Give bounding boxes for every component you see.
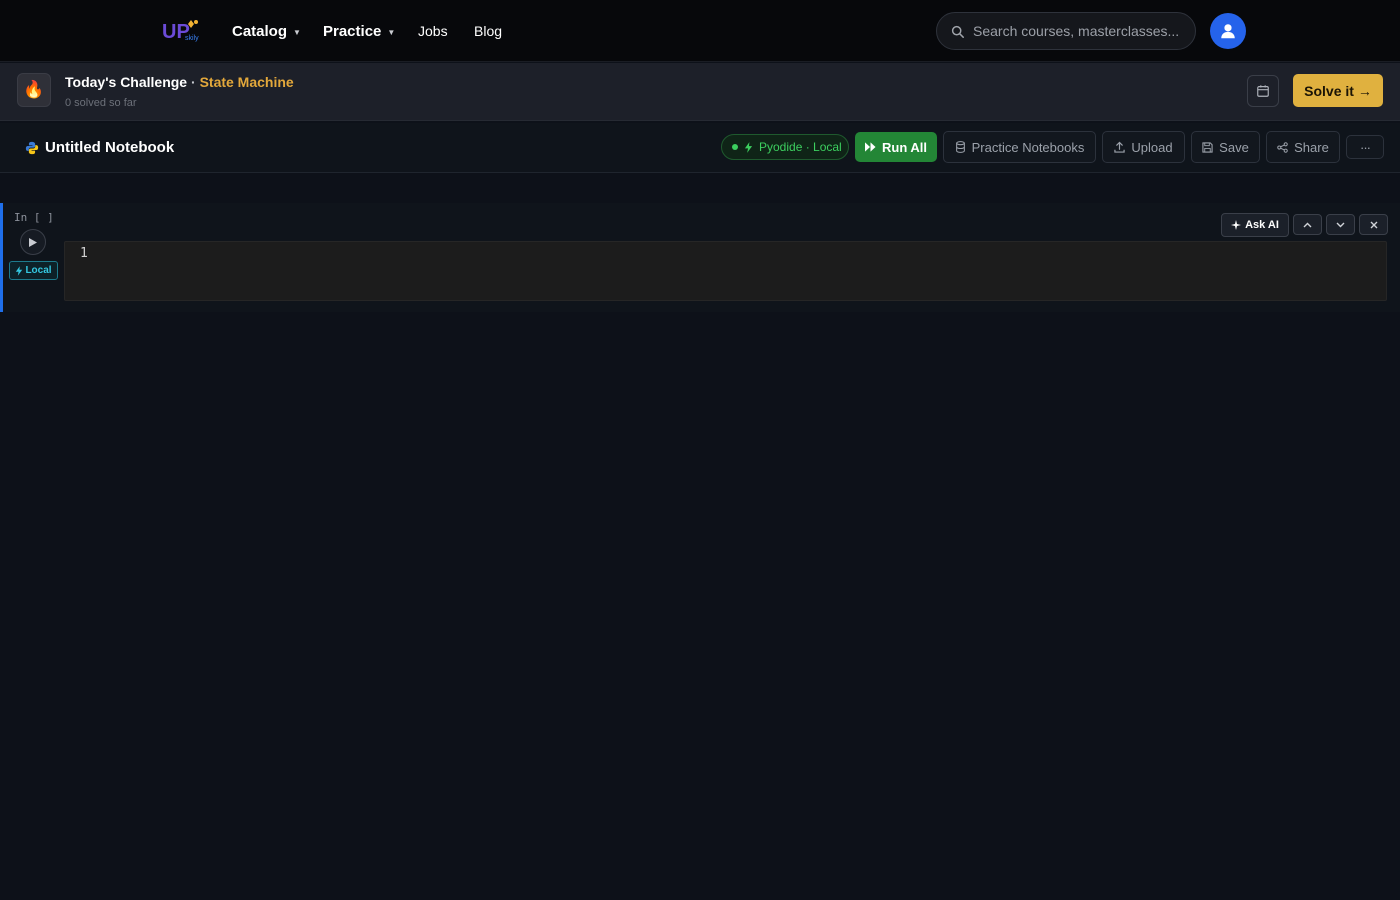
run-all-button[interactable]: Run All — [855, 132, 937, 162]
top-navbar: UP skily Catalog ▼ Practice ▼ Jobs Blog — [0, 0, 1400, 62]
save-label: Save — [1219, 139, 1249, 155]
delete-cell-button[interactable] — [1359, 214, 1388, 235]
svg-text:skily: skily — [185, 35, 199, 42]
save-button[interactable]: Save — [1191, 131, 1260, 163]
upload-button[interactable]: Upload — [1102, 131, 1185, 163]
search-bar — [936, 12, 1196, 50]
user-icon — [1221, 24, 1235, 39]
challenge-title: Today's Challenge · State Machine — [65, 74, 294, 90]
lightning-icon — [744, 141, 753, 153]
share-label: Share — [1294, 139, 1329, 155]
calendar-icon — [1257, 85, 1269, 97]
database-icon — [955, 141, 965, 153]
code-editor[interactable]: 1 — [64, 241, 1387, 301]
save-icon — [1202, 141, 1213, 153]
run-all-label: Run All — [881, 139, 927, 155]
share-icon — [1277, 141, 1288, 153]
upload-icon — [1114, 141, 1126, 153]
chevron-down-icon: ▼ — [387, 27, 396, 37]
fast-forward-icon — [864, 142, 876, 152]
share-button[interactable]: Share — [1266, 131, 1340, 163]
code-cell[interactable]: In [ ] Local Ask AI 1 — [0, 203, 1400, 312]
nav-jobs-label: Jobs — [418, 23, 448, 39]
fire-icon: 🔥 — [17, 73, 51, 107]
nav-practice-label: Practice — [323, 22, 382, 40]
user-avatar-button[interactable] — [1210, 13, 1246, 49]
line-number: 1 — [80, 246, 88, 261]
play-icon — [29, 237, 37, 247]
move-cell-down-button[interactable] — [1326, 214, 1355, 235]
site-logo[interactable]: UP skily — [161, 16, 201, 44]
kernel-label: Pyodide · Local — [759, 140, 842, 154]
solve-it-button[interactable]: Solve it → — [1293, 74, 1383, 107]
upload-label: Upload — [1131, 139, 1173, 155]
practice-notebooks-label: Practice Notebooks — [971, 139, 1085, 155]
python-icon — [25, 141, 39, 154]
challenge-solved-count: 0 solved so far — [65, 97, 137, 109]
search-icon — [951, 25, 964, 38]
status-dot — [732, 144, 738, 150]
chevron-down-icon: ▼ — [293, 27, 301, 37]
search-input[interactable] — [973, 23, 1185, 39]
chevron-down-icon — [1336, 222, 1345, 227]
challenge-separator: · — [187, 74, 200, 90]
nav-catalog[interactable]: Catalog ▼ — [232, 20, 301, 42]
daily-challenge-bar: 🔥 Today's Challenge · State Machine 0 so… — [0, 63, 1400, 121]
challenge-label: Today's Challenge — [65, 74, 188, 90]
nav-blog-label: Blog — [474, 23, 503, 39]
nav-catalog-label: Catalog — [232, 22, 288, 40]
run-cell-button[interactable] — [20, 229, 46, 255]
more-options-button[interactable]: ··· — [1346, 135, 1384, 159]
calendar-button[interactable] — [1247, 75, 1279, 107]
nav-practice[interactable]: Practice ▼ — [323, 20, 395, 42]
chevron-up-icon — [1303, 222, 1312, 227]
local-runtime-badge: Local — [9, 261, 58, 280]
close-icon — [1370, 221, 1377, 228]
practice-notebooks-button[interactable]: Practice Notebooks — [943, 131, 1096, 163]
notebook-title-area[interactable]: Untitled Notebook — [25, 139, 174, 156]
nav-jobs[interactable]: Jobs — [418, 20, 448, 42]
cell-prompt: In [ ] — [14, 211, 54, 224]
nav-blog[interactable]: Blog — [474, 20, 502, 42]
move-cell-up-button[interactable] — [1293, 214, 1322, 235]
sparkle-icon — [1231, 220, 1242, 230]
ask-ai-button[interactable]: Ask AI — [1221, 213, 1289, 237]
notebook-toolbar: Untitled Notebook Pyodide · Local Run Al… — [0, 123, 1400, 173]
notebook-title[interactable]: Untitled Notebook — [45, 139, 174, 156]
ask-ai-label: Ask AI — [1245, 219, 1279, 231]
lightning-icon — [16, 265, 23, 276]
local-badge-label: Local — [25, 265, 52, 276]
challenge-name[interactable]: State Machine — [200, 74, 294, 90]
kernel-status-pill[interactable]: Pyodide · Local — [721, 134, 849, 160]
